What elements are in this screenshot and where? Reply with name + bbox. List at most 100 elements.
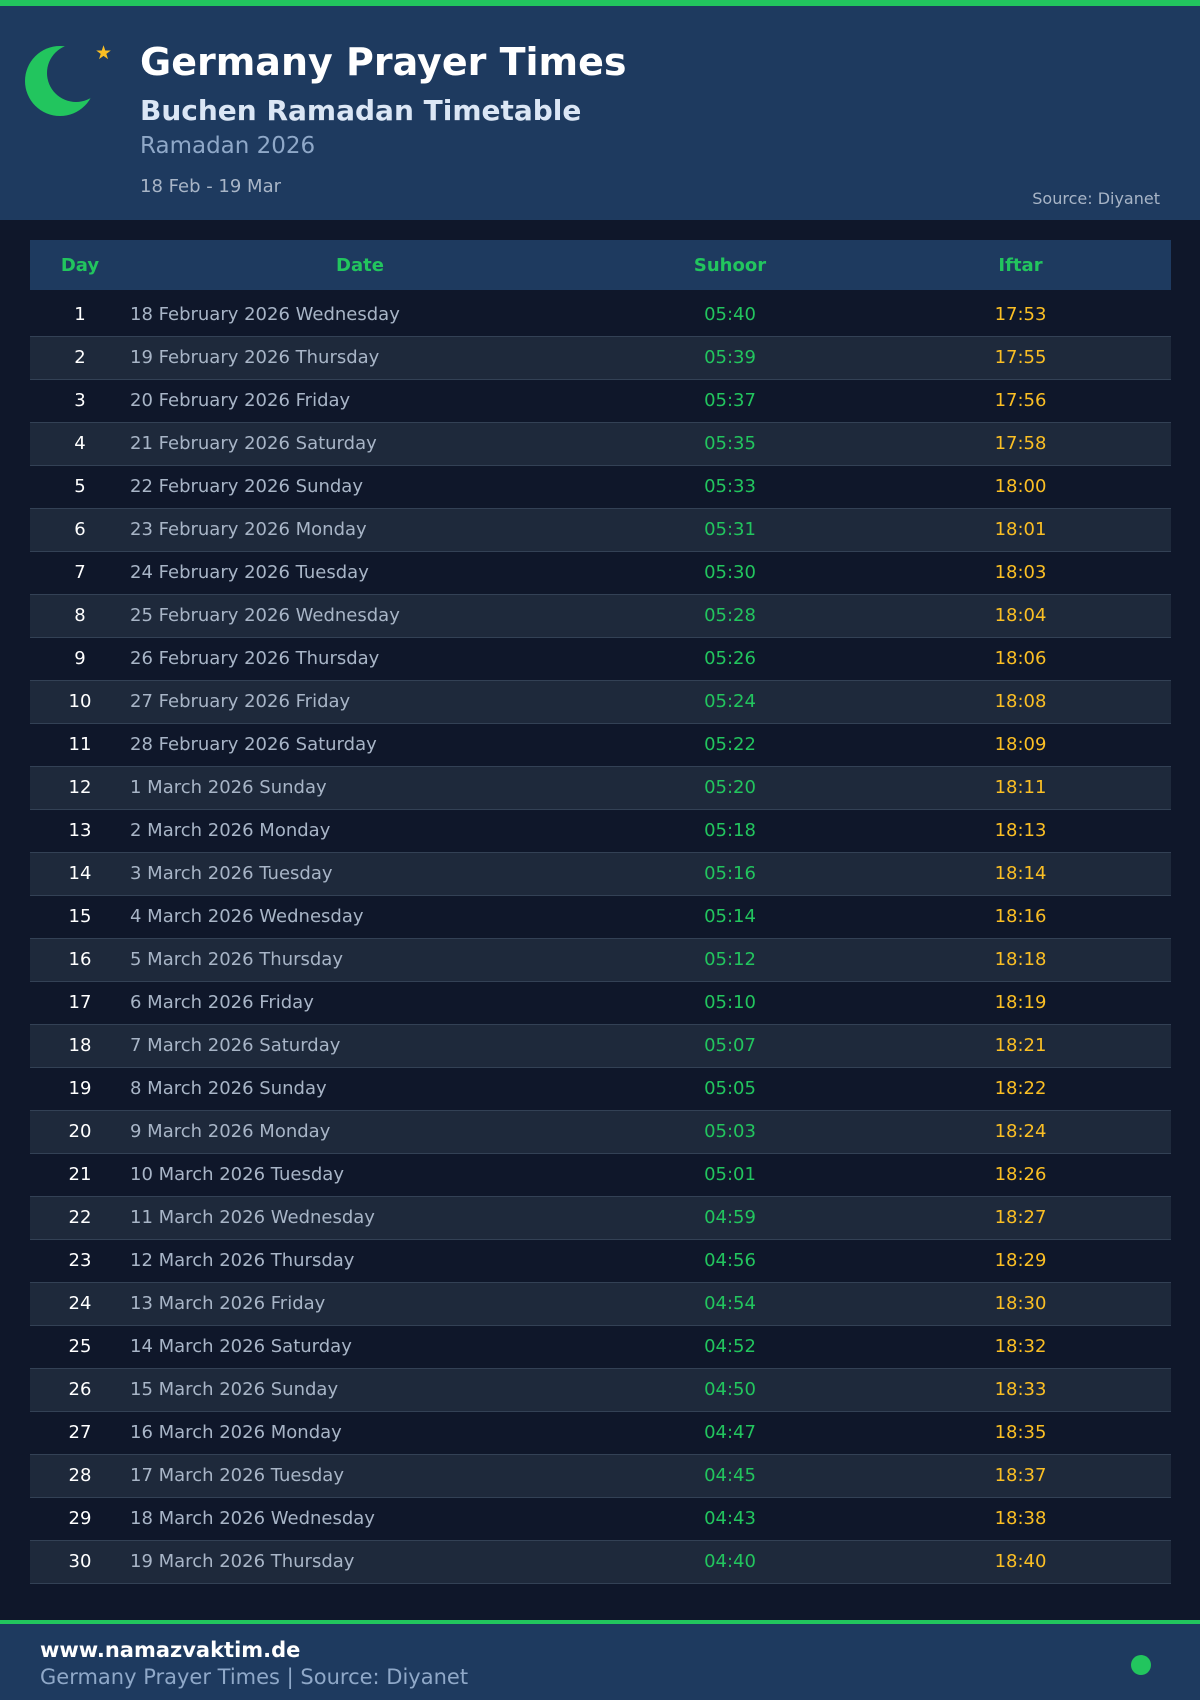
- table-row: 29 18 March 2026 Wednesday 04:43 18:38: [30, 1497, 1171, 1541]
- table-row: 9 26 February 2026 Thursday 05:26 18:06: [30, 637, 1171, 681]
- table-header-row: Day Date Suhoor Iftar: [30, 240, 1171, 290]
- table-body: 1 18 February 2026 Wednesday 05:40 17:53 2 19…: [30, 290, 1171, 1584]
- day-cell: 6: [30, 508, 130, 552]
- iftar-time-cell: 17:58: [870, 422, 1171, 466]
- suhoor-time-cell: 04:45: [590, 1454, 870, 1498]
- suhoor-time-cell: 04:50: [590, 1368, 870, 1412]
- iftar-time-cell: 18:35: [870, 1411, 1171, 1455]
- season-label: Ramadan 2026: [140, 133, 316, 159]
- iftar-time-cell: 18:26: [870, 1153, 1171, 1197]
- date-cell: 28 February 2026 Saturday: [130, 723, 590, 767]
- date-cell: 8 March 2026 Sunday: [130, 1067, 590, 1111]
- day-cell: 21: [30, 1153, 130, 1197]
- suhoor-time-cell: 05:16: [590, 852, 870, 896]
- day-cell: 10: [30, 680, 130, 724]
- table-row: 30 19 March 2026 Thursday 04:40 18:40: [30, 1540, 1171, 1584]
- day-cell: 11: [30, 723, 130, 767]
- day-cell: 20: [30, 1110, 130, 1154]
- suhoor-time-cell: 05:22: [590, 723, 870, 767]
- table-row: 26 15 March 2026 Sunday 04:50 18:33: [30, 1368, 1171, 1412]
- table-row: 25 14 March 2026 Saturday 04:52 18:32: [30, 1325, 1171, 1369]
- date-cell: 1 March 2026 Sunday: [130, 766, 590, 810]
- date-cell: 21 February 2026 Saturday: [130, 422, 590, 466]
- date-cell: 3 March 2026 Tuesday: [130, 852, 590, 896]
- suhoor-time-cell: 05:26: [590, 637, 870, 681]
- date-cell: 15 March 2026 Sunday: [130, 1368, 590, 1412]
- iftar-time-cell: 18:40: [870, 1540, 1171, 1584]
- day-cell: 19: [30, 1067, 130, 1111]
- iftar-time-cell: 18:37: [870, 1454, 1171, 1498]
- day-cell: 4: [30, 422, 130, 466]
- footer-caption: Germany Prayer Times | Source: Diyanet: [40, 1665, 469, 1689]
- iftar-time-cell: 18:22: [870, 1067, 1171, 1111]
- table-row: 20 9 March 2026 Monday 05:03 18:24: [30, 1110, 1171, 1154]
- iftar-time-cell: 18:32: [870, 1325, 1171, 1369]
- suhoor-time-cell: 04:56: [590, 1239, 870, 1283]
- iftar-time-cell: 18:14: [870, 852, 1171, 896]
- iftar-time-cell: 18:00: [870, 465, 1171, 509]
- suhoor-time-cell: 05:30: [590, 551, 870, 595]
- table-row: 16 5 March 2026 Thursday 05:12 18:18: [30, 938, 1171, 982]
- table-row: 3 20 February 2026 Friday 05:37 17:56: [30, 379, 1171, 423]
- table-row: 13 2 March 2026 Monday 05:18 18:13: [30, 809, 1171, 853]
- suhoor-time-cell: 05:12: [590, 938, 870, 982]
- table-row: 21 10 March 2026 Tuesday 05:01 18:26: [30, 1153, 1171, 1197]
- iftar-time-cell: 18:21: [870, 1024, 1171, 1068]
- table-row: 12 1 March 2026 Sunday 05:20 18:11: [30, 766, 1171, 810]
- iftar-time-cell: 18:33: [870, 1368, 1171, 1412]
- day-cell: 30: [30, 1540, 130, 1584]
- day-cell: 29: [30, 1497, 130, 1541]
- column-header-date: Date: [130, 240, 590, 290]
- iftar-time-cell: 17:56: [870, 379, 1171, 423]
- iftar-time-cell: 18:11: [870, 766, 1171, 810]
- iftar-time-cell: 18:04: [870, 594, 1171, 638]
- day-cell: 5: [30, 465, 130, 509]
- table-row: 1 18 February 2026 Wednesday 05:40 17:53: [30, 294, 1171, 337]
- suhoor-time-cell: 05:05: [590, 1067, 870, 1111]
- suhoor-time-cell: 05:20: [590, 766, 870, 810]
- suhoor-time-cell: 04:54: [590, 1282, 870, 1326]
- star-icon: ★: [95, 42, 113, 64]
- suhoor-time-cell: 05:31: [590, 508, 870, 552]
- day-cell: 8: [30, 594, 130, 638]
- table-row: 10 27 February 2026 Friday 05:24 18:08: [30, 680, 1171, 724]
- suhoor-time-cell: 04:47: [590, 1411, 870, 1455]
- page-title: Germany Prayer Times: [140, 40, 627, 84]
- table-row: 17 6 March 2026 Friday 05:10 18:19: [30, 981, 1171, 1025]
- table-row: 28 17 March 2026 Tuesday 04:45 18:37: [30, 1454, 1171, 1498]
- suhoor-time-cell: 05:03: [590, 1110, 870, 1154]
- suhoor-time-cell: 05:40: [590, 294, 870, 337]
- date-cell: 20 February 2026 Friday: [130, 379, 590, 423]
- iftar-time-cell: 18:29: [870, 1239, 1171, 1283]
- iftar-time-cell: 18:24: [870, 1110, 1171, 1154]
- source-label: Source: Diyanet: [1032, 189, 1160, 208]
- day-cell: 23: [30, 1239, 130, 1283]
- date-cell: 10 March 2026 Tuesday: [130, 1153, 590, 1197]
- column-header-day: Day: [30, 240, 130, 290]
- day-cell: 26: [30, 1368, 130, 1412]
- date-cell: 17 March 2026 Tuesday: [130, 1454, 590, 1498]
- iftar-time-cell: 18:09: [870, 723, 1171, 767]
- table-row: 11 28 February 2026 Saturday 05:22 18:09: [30, 723, 1171, 767]
- iftar-time-cell: 18:06: [870, 637, 1171, 681]
- day-cell: 15: [30, 895, 130, 939]
- date-range: 18 Feb - 19 Mar: [140, 176, 282, 197]
- date-cell: 25 February 2026 Wednesday: [130, 594, 590, 638]
- table-row: 14 3 March 2026 Tuesday 05:16 18:14: [30, 852, 1171, 896]
- column-header-suhoor: Suhoor: [590, 240, 870, 290]
- suhoor-time-cell: 05:07: [590, 1024, 870, 1068]
- date-cell: 14 March 2026 Saturday: [130, 1325, 590, 1369]
- iftar-time-cell: 18:30: [870, 1282, 1171, 1326]
- iftar-time-cell: 18:03: [870, 551, 1171, 595]
- suhoor-time-cell: 05:18: [590, 809, 870, 853]
- ramadan-timetable: Day Date Suhoor Iftar 1 18 February 2026 …: [30, 240, 1171, 1584]
- date-cell: 27 February 2026 Friday: [130, 680, 590, 724]
- table-row: 6 23 February 2026 Monday 05:31 18:01: [30, 508, 1171, 552]
- day-cell: 28: [30, 1454, 130, 1498]
- suhoor-time-cell: 05:39: [590, 336, 870, 380]
- date-cell: 9 March 2026 Monday: [130, 1110, 590, 1154]
- day-cell: 25: [30, 1325, 130, 1369]
- page-footer: www.namazvaktim.de Germany Prayer Times …: [0, 1620, 1200, 1700]
- day-cell: 2: [30, 336, 130, 380]
- date-cell: 7 March 2026 Saturday: [130, 1024, 590, 1068]
